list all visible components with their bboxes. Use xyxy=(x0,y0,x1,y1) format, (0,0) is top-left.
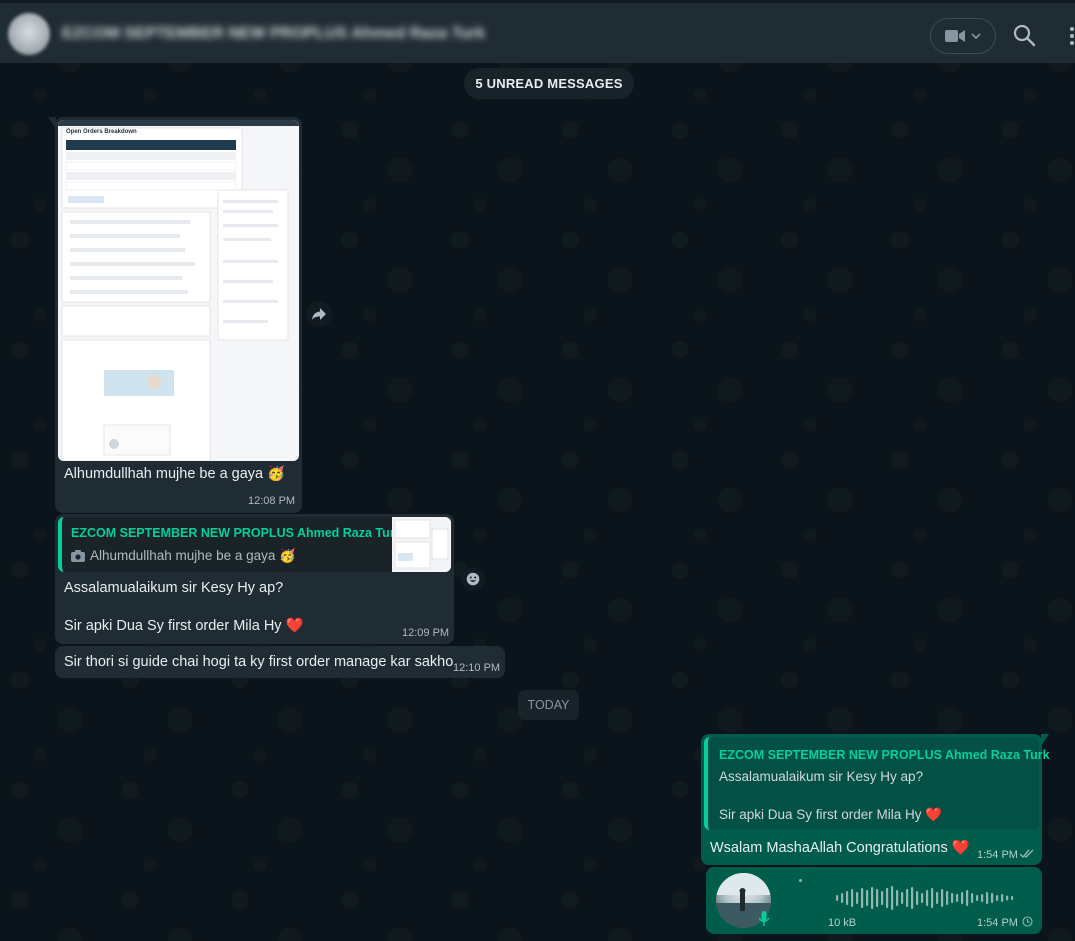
waveform-bar xyxy=(851,889,854,907)
react-button[interactable] xyxy=(461,567,485,591)
waveform-bar xyxy=(1001,894,1004,902)
date-divider: TODAY xyxy=(518,690,579,720)
waveform-bar xyxy=(856,892,859,904)
waveform-bar xyxy=(896,890,899,906)
chevron-down-icon xyxy=(971,33,981,40)
pending-clock-icon xyxy=(1022,916,1033,927)
double-check-icon xyxy=(1019,849,1034,859)
video-call-icon xyxy=(945,30,965,42)
waveform-bar xyxy=(966,890,969,906)
quote-thumbnail-image xyxy=(392,517,451,572)
waveform-bar xyxy=(901,892,904,904)
waveform-bar xyxy=(961,892,964,904)
waveform-bar xyxy=(981,894,984,902)
forward-button[interactable] xyxy=(306,301,332,327)
waveform-bar xyxy=(921,893,924,903)
waveform-bar xyxy=(986,892,989,904)
screenshot-title: Open Orders Breakdown xyxy=(66,129,137,135)
quote-text-line2: Sir apki Dua Sy first order Mila Hy ❤️ xyxy=(719,807,943,822)
waveform-bar xyxy=(951,893,954,903)
waveform-bar xyxy=(946,891,949,905)
waveform-bar xyxy=(1011,896,1014,900)
forward-icon xyxy=(312,308,326,320)
message-time: 12:09 PM xyxy=(402,627,450,639)
voice-waveform[interactable] xyxy=(836,885,1026,911)
waveform-bar xyxy=(886,888,889,908)
waveform-bar xyxy=(906,889,909,907)
waveform-bar xyxy=(881,891,884,905)
reply-message[interactable]: EZCOM SEPTEMBER NEW PROPLUS Ahmed Raza T… xyxy=(55,514,454,644)
message-text: Wsalam MashaAllah Congratulations ❤️ xyxy=(710,840,970,856)
quote-text-row: Alhumdullhah mujhe be a gaya 🥳 xyxy=(71,548,296,564)
text-message[interactable]: Sir thori si guide chai hogi ta ky first… xyxy=(55,646,505,678)
menu-icon xyxy=(1070,27,1074,45)
chat-title[interactable]: EZCOM SEPTEMBER NEW PROPLUS Ahmed Raza T… xyxy=(62,25,485,43)
waveform-bar xyxy=(991,893,994,903)
chat-header[interactable]: EZCOM SEPTEMBER NEW PROPLUS Ahmed Raza T… xyxy=(0,0,1075,63)
emoji-icon xyxy=(466,572,480,586)
waveform-bar xyxy=(861,888,864,908)
waveform-bar xyxy=(876,889,879,907)
waveform-bar xyxy=(841,893,844,903)
waveform-bar xyxy=(941,889,944,907)
image-message[interactable]: Open Orders Breakdown Alhumdullhah mujhe… xyxy=(48,117,302,513)
quote-text-line1: Assalamualaikum sir Kesy Hy ap? xyxy=(719,769,924,784)
message-text-line2: Sir apki Dua Sy first order Mila Hy ❤️ xyxy=(64,618,304,634)
playback-dot[interactable] xyxy=(799,879,802,882)
image-attachment[interactable]: Open Orders Breakdown xyxy=(58,120,299,461)
message-time: 1:54 PM xyxy=(977,849,1018,861)
waveform-bar xyxy=(1006,895,1009,901)
quote-author: EZCOM SEPTEMBER NEW PROPLUS Ahmed Raza T… xyxy=(719,748,1050,762)
waveform-bar xyxy=(866,890,869,906)
waveform-bar xyxy=(846,891,849,905)
quote-author: EZCOM SEPTEMBER NEW PROPLUS Ahmed Raza T… xyxy=(71,526,402,540)
quote-text: Alhumdullhah mujhe be a gaya 🥳 xyxy=(90,548,296,563)
microphone-icon xyxy=(758,911,770,926)
message-time: 12:08 PM xyxy=(248,495,296,507)
quoted-message[interactable]: EZCOM SEPTEMBER NEW PROPLUS Ahmed Raza T… xyxy=(58,517,451,572)
video-call-button[interactable] xyxy=(930,18,996,54)
search-icon xyxy=(1013,24,1036,47)
voice-message[interactable]: 10 kB 1:54 PM xyxy=(706,867,1042,934)
waveform-bar xyxy=(836,895,839,901)
search-button[interactable] xyxy=(1012,23,1038,49)
waveform-bar xyxy=(891,886,894,910)
message-text: Sir thori si guide chai hogi ta ky first… xyxy=(64,654,454,670)
quoted-message[interactable]: EZCOM SEPTEMBER NEW PROPLUS Ahmed Raza T… xyxy=(704,737,1050,830)
message-time: 12:10 PM xyxy=(453,662,501,674)
voice-size: 10 kB xyxy=(828,917,857,929)
message-time: 1:54 PM xyxy=(977,917,1018,929)
waveform-bar xyxy=(871,887,874,909)
waveform-bar xyxy=(976,895,979,901)
dashboard-screenshot-image xyxy=(58,120,299,461)
waveform-bar xyxy=(971,893,974,903)
outgoing-reply-message[interactable]: EZCOM SEPTEMBER NEW PROPLUS Ahmed Raza T… xyxy=(701,734,1050,865)
waveform-bar xyxy=(911,887,914,909)
waveform-bar xyxy=(916,891,919,905)
waveform-bar xyxy=(996,895,999,901)
unread-messages-banner: 5 UNREAD MESSAGES xyxy=(464,68,634,99)
camera-icon xyxy=(71,550,85,562)
waveform-bar xyxy=(926,890,929,906)
message-text: Alhumdullhah mujhe be a gaya 🥳 xyxy=(64,466,286,482)
waveform-bar xyxy=(956,894,959,902)
message-text-line1: Assalamualaikum sir Kesy Hy ap? xyxy=(64,580,284,596)
waveform-bar xyxy=(931,888,934,908)
contact-avatar[interactable] xyxy=(8,13,50,55)
quote-thumbnail xyxy=(392,517,451,572)
waveform-bar xyxy=(936,892,939,904)
menu-button[interactable] xyxy=(1064,23,1075,49)
